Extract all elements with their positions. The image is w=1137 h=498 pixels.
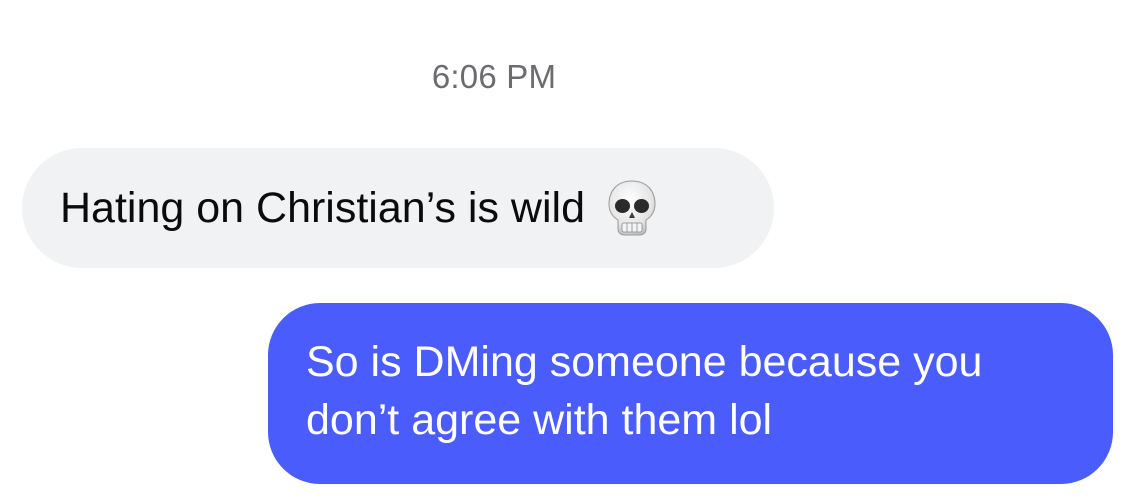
skull-emoji-icon	[607, 179, 657, 237]
incoming-message-bubble[interactable]: Hating on Christian’s is wild	[22, 148, 774, 268]
message-timestamp: 6:06 PM	[431, 58, 557, 95]
outgoing-message-bubble[interactable]: So is DMing someone because you don’t ag…	[268, 303, 1113, 484]
incoming-message-text: Hating on Christian’s is wild	[60, 183, 585, 232]
outgoing-message-text: So is DMing someone because you don’t ag…	[306, 338, 983, 444]
